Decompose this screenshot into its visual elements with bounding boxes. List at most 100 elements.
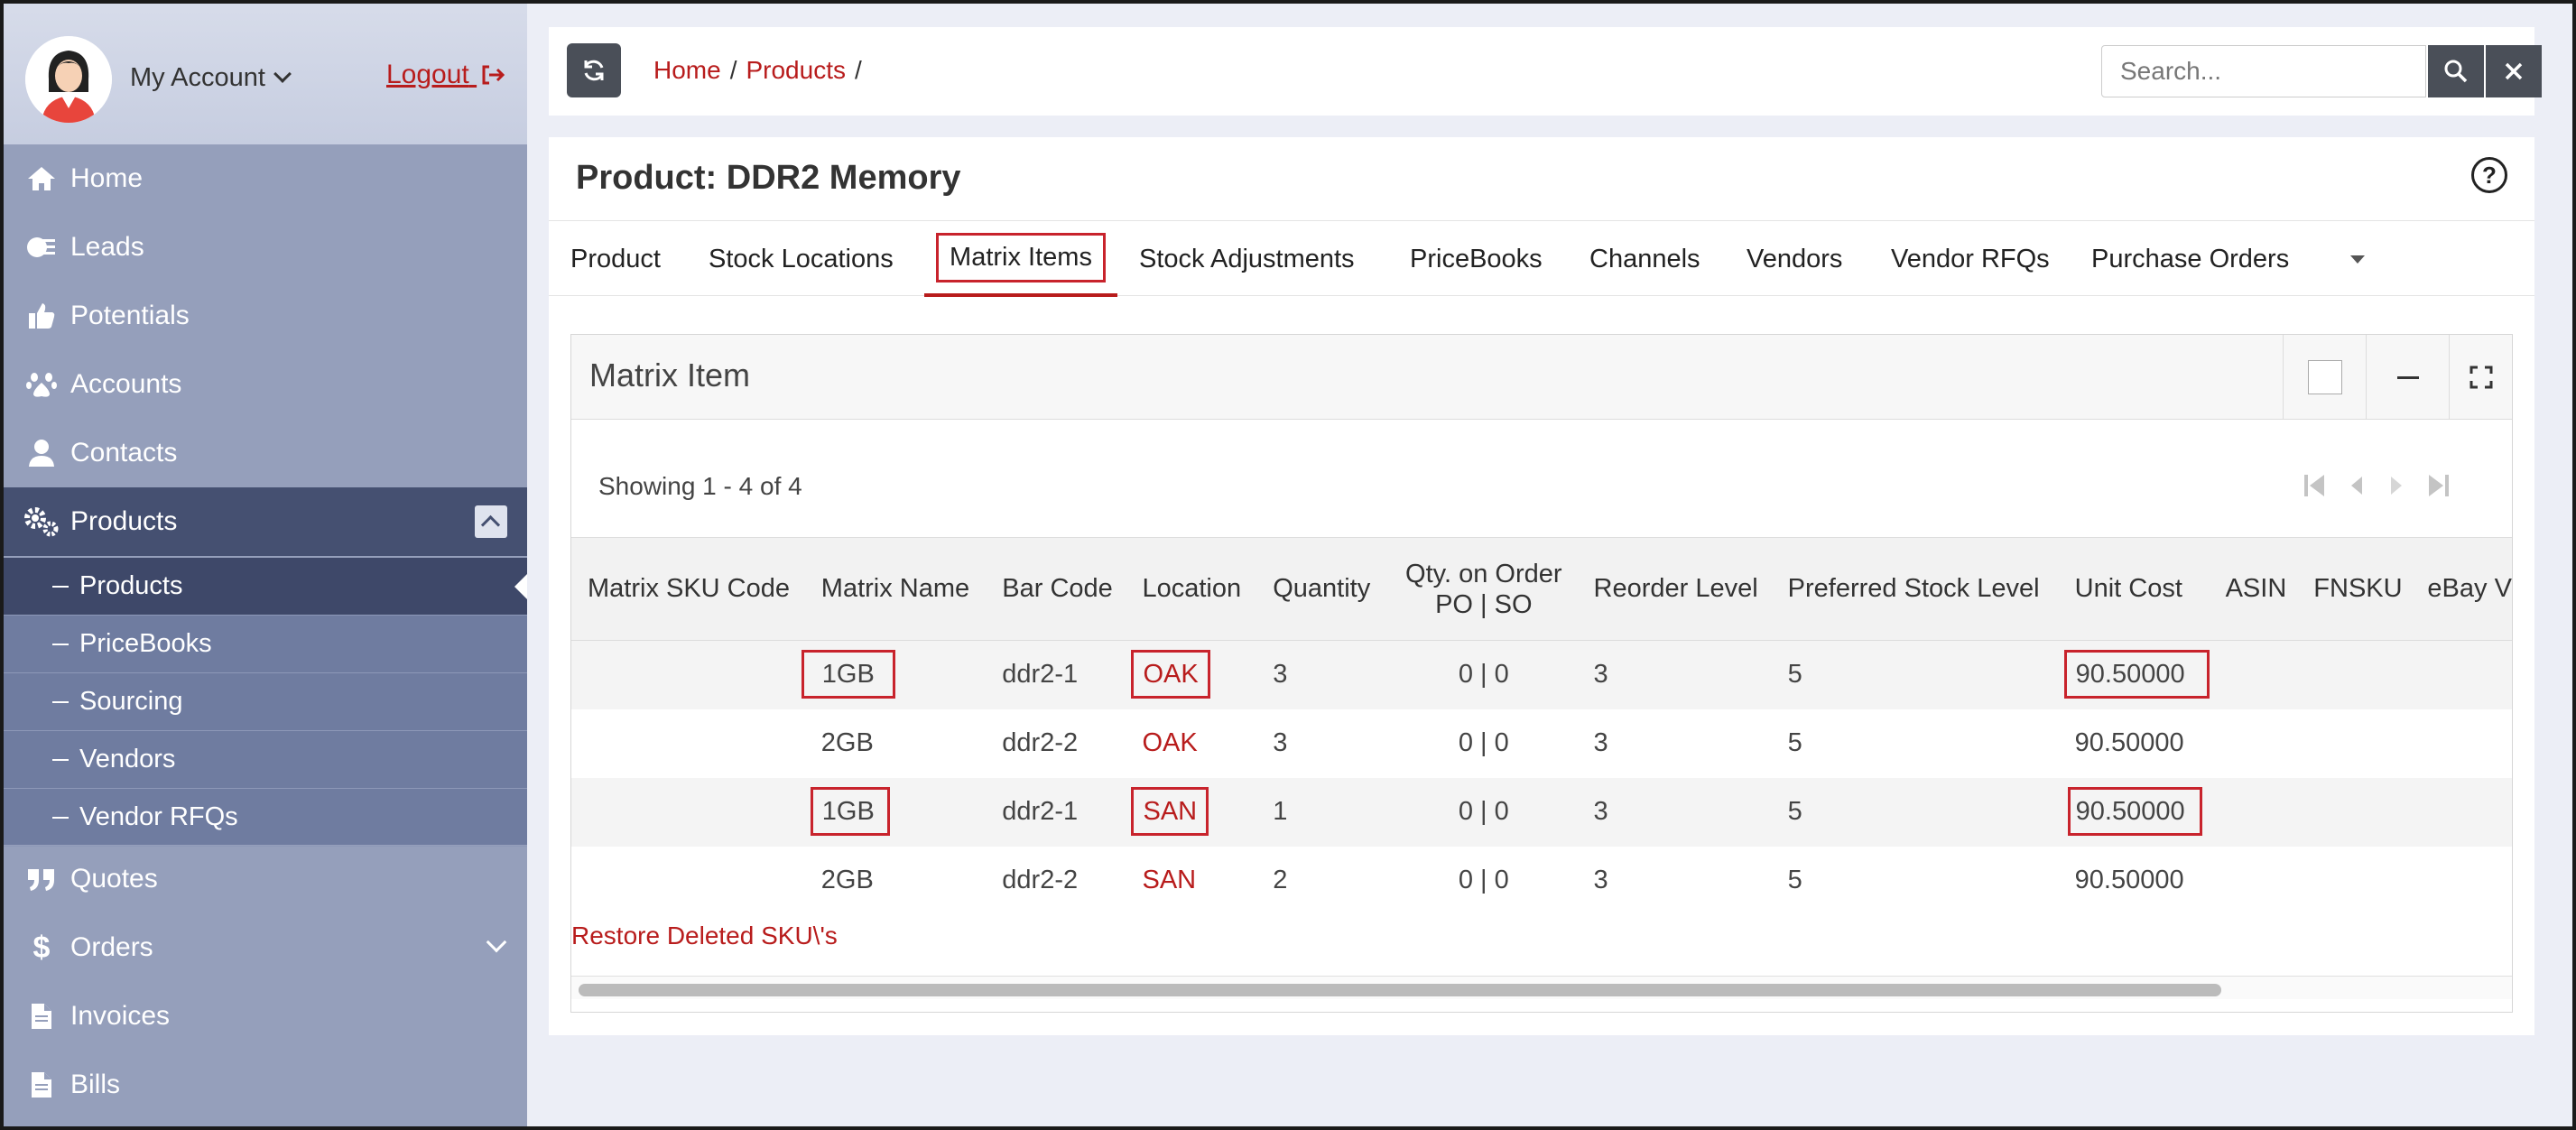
unit-cost-cell[interactable]: 90.50000 xyxy=(2059,709,2210,778)
last-page-button[interactable] xyxy=(2425,470,2452,501)
search-input[interactable] xyxy=(2101,45,2426,97)
sidebar-item-products[interactable]: Products xyxy=(0,487,527,556)
col-ebay[interactable]: eBay V xyxy=(2411,537,2512,641)
sidebar-item-potentials[interactable]: Potentials xyxy=(0,282,527,350)
col-asin[interactable]: ASIN xyxy=(2209,537,2298,641)
breadcrumb: Home / Products / xyxy=(653,56,862,84)
tab-purchase-orders[interactable]: Purchase Orders xyxy=(2091,221,2289,297)
col-quantity[interactable]: Quantity xyxy=(1256,537,1391,641)
submenu-item-products[interactable]: Products xyxy=(0,558,527,616)
minimize-button[interactable] xyxy=(2366,335,2449,420)
more-tabs-dropdown-icon[interactable] xyxy=(2350,255,2365,264)
prev-page-button[interactable] xyxy=(2342,470,2369,501)
sidebar-item-quotes[interactable]: Quotes xyxy=(0,845,527,913)
tab-channels[interactable]: Channels xyxy=(1589,221,1700,297)
tab-pricebooks[interactable]: PriceBooks xyxy=(1410,221,1543,297)
breadcrumb-home[interactable]: Home xyxy=(653,56,721,84)
logout-link[interactable]: Logout xyxy=(386,60,505,90)
location-link[interactable]: OAK xyxy=(1131,650,1210,699)
refresh-icon xyxy=(584,60,604,81)
prev-page-icon xyxy=(2351,477,2362,495)
unit-cost-cell[interactable]: 90.50000 xyxy=(2059,847,2210,915)
submenu-item-vendors[interactable]: Vendors xyxy=(0,731,527,789)
last-page-icon xyxy=(2429,475,2449,496)
tab-vendor-rfqs[interactable]: Vendor RFQs xyxy=(1891,221,2050,297)
help-icon[interactable]: ? xyxy=(2471,157,2507,193)
first-page-button[interactable] xyxy=(2301,470,2328,501)
table-row[interactable]: 2GB ddr2-2 OAK 3 0 | 0 3 5 90.50000 xyxy=(571,709,2512,778)
sidebar-item-orders[interactable]: $ Orders xyxy=(0,913,527,982)
tab-bar: Product Stock Locations Matrix Items Sto… xyxy=(549,220,2534,297)
sidebar-item-home[interactable]: Home xyxy=(0,144,527,213)
chevron-down-icon[interactable] xyxy=(486,931,507,953)
submenu-item-pricebooks[interactable]: PriceBooks xyxy=(0,616,527,673)
file-icon xyxy=(23,998,60,1034)
search-icon xyxy=(2444,60,2468,83)
matrix-name-cell[interactable]: 1GB xyxy=(810,787,890,836)
sidebar-item-leads[interactable]: Leads xyxy=(0,213,527,282)
submenu-item-sourcing[interactable]: Sourcing xyxy=(0,673,527,731)
sidebar-item-bills[interactable]: Bills xyxy=(0,1051,527,1119)
home-icon xyxy=(23,161,60,197)
sidebar-item-accounts[interactable]: Accounts xyxy=(0,350,527,419)
collapse-products-button[interactable] xyxy=(475,505,507,538)
product-card: Product: DDR2 Memory ? Product Stock Loc… xyxy=(549,137,2534,1035)
account-panel: My Account Logout xyxy=(0,0,527,144)
location-link[interactable]: OAK xyxy=(1126,709,1256,778)
clear-search-button[interactable] xyxy=(2486,45,2542,97)
scrollbar-thumb[interactable] xyxy=(579,984,2221,996)
tab-vendors[interactable]: Vendors xyxy=(1747,221,1842,297)
col-location[interactable]: Location xyxy=(1126,537,1257,641)
chevron-down-icon xyxy=(273,65,292,83)
location-link[interactable]: SAN xyxy=(1126,847,1256,915)
paw-icon xyxy=(23,366,60,403)
expand-button[interactable] xyxy=(2449,335,2512,420)
breadcrumb-products[interactable]: Products xyxy=(746,56,846,84)
submenu-item-vendor-rfqs[interactable]: Vendor RFQs xyxy=(0,789,527,847)
tab-product[interactable]: Product xyxy=(570,221,661,297)
unit-cost-cell[interactable]: 90.50000 xyxy=(2063,650,2210,699)
col-fnsku[interactable]: FNSKU xyxy=(2297,537,2412,641)
next-page-icon xyxy=(2391,477,2402,495)
sidebar-item-contacts[interactable]: Contacts xyxy=(0,419,527,487)
table-row[interactable]: 2GB ddr2-2 SAN 2 0 | 0 3 5 90.50000 xyxy=(571,847,2512,915)
matrix-name-cell[interactable]: 1GB xyxy=(801,650,895,699)
col-reorder-level[interactable]: Reorder Level xyxy=(1577,537,1772,641)
checkbox-icon xyxy=(2307,360,2342,394)
tab-stock-adjustments[interactable]: Stock Adjustments xyxy=(1139,221,1355,297)
pagination-info: Showing 1 - 4 of 4 xyxy=(598,472,802,500)
unit-cost-cell[interactable]: 90.50000 xyxy=(2067,787,2202,836)
tab-matrix-items[interactable]: Matrix Items xyxy=(924,221,1117,297)
col-qty-on-order[interactable]: Qty. on Order PO | SO xyxy=(1390,537,1578,641)
next-page-button[interactable] xyxy=(2384,470,2411,501)
col-bar-code[interactable]: Bar Code xyxy=(986,537,1126,641)
avatar[interactable] xyxy=(25,36,112,123)
quote-icon xyxy=(23,861,60,897)
location-link[interactable]: SAN xyxy=(1131,787,1209,836)
col-unit-cost[interactable]: Unit Cost xyxy=(2058,537,2210,641)
expand-icon xyxy=(2469,366,2492,389)
page-title: Product: DDR2 Memory xyxy=(576,159,961,197)
top-bar: Home / Products / xyxy=(549,27,2542,116)
sidebar-item-invoices[interactable]: Invoices xyxy=(0,982,527,1051)
tab-stock-locations[interactable]: Stock Locations xyxy=(709,221,894,297)
col-preferred-stock-level[interactable]: Preferred Stock Level xyxy=(1771,537,2059,641)
sidebar: My Account Logout Home Leads Potentials … xyxy=(0,0,527,1130)
user-icon xyxy=(23,435,60,471)
refresh-button[interactable] xyxy=(567,43,621,97)
search-button[interactable] xyxy=(2428,45,2484,97)
file-icon xyxy=(23,1067,60,1103)
col-matrix-sku-code[interactable]: Matrix SKU Code xyxy=(571,537,805,641)
first-page-icon xyxy=(2304,475,2324,496)
minus-icon xyxy=(2396,375,2419,379)
horizontal-scrollbar[interactable] xyxy=(571,976,2512,999)
col-matrix-name[interactable]: Matrix Name xyxy=(804,537,987,641)
matrix-name-cell[interactable]: 2GB xyxy=(805,709,987,778)
my-account-menu[interactable]: My Account xyxy=(130,63,292,93)
restore-deleted-skus-link[interactable]: Restore Deleted SKU\'s xyxy=(571,922,838,950)
table-row[interactable]: 1GB ddr2-1 SAN 1 0 | 0 3 5 90.50000 xyxy=(571,777,2512,847)
products-submenu: Products PriceBooks Sourcing Vendors Ven… xyxy=(0,558,527,847)
table-row[interactable]: 1GB ddr2-1 OAK 3 0 | 0 3 5 90.50000 xyxy=(571,640,2512,709)
select-checkbox[interactable] xyxy=(2283,335,2366,420)
matrix-name-cell[interactable]: 2GB xyxy=(805,847,987,915)
